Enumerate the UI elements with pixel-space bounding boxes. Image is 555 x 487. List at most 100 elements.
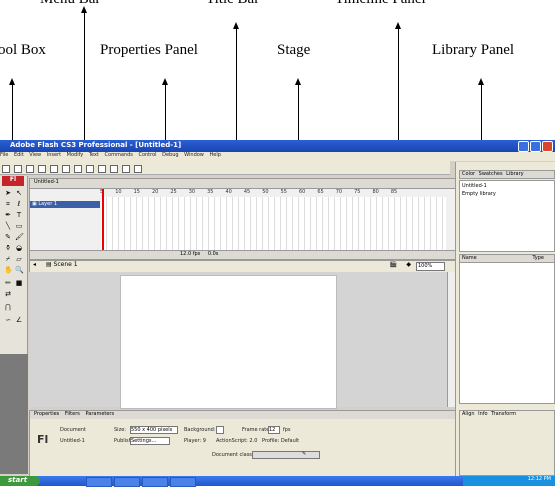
stage-scrollbar[interactable] (447, 272, 455, 407)
library-list[interactable] (459, 262, 555, 404)
profile-label: Profile: Default (262, 438, 300, 444)
pencil-tool-icon[interactable]: ✎ (4, 233, 12, 241)
tab-transform[interactable]: Transform (491, 411, 516, 417)
maximize-button[interactable] (530, 141, 541, 152)
scene-name[interactable]: Scene 1 (54, 261, 78, 268)
save-icon[interactable] (26, 165, 34, 173)
eyedropper-icon[interactable]: ⌿ (4, 255, 12, 263)
docclass-label: Document class: (212, 452, 254, 458)
menu-insert[interactable]: Insert (47, 152, 61, 158)
menu-text[interactable]: Text (89, 152, 99, 158)
redo-icon[interactable] (98, 165, 106, 173)
timeline-tab-bar: Untitled-1 (30, 179, 455, 189)
menu-edit[interactable]: Edit (14, 152, 24, 158)
lasso-tool-icon[interactable]: ℓ (15, 200, 23, 208)
smooth-option-icon[interactable]: ∽ (4, 316, 12, 324)
undo-icon[interactable] (86, 165, 94, 173)
frame-number: 35 (207, 189, 214, 195)
frame-number: 80 (372, 189, 379, 195)
close-button[interactable] (542, 141, 553, 152)
library-document-select[interactable]: Untitled-1 (462, 183, 552, 189)
subselect-tool-icon[interactable]: ↖ (15, 189, 23, 197)
callout-properties-panel: Properties Panel (100, 42, 198, 58)
column-type[interactable]: Type (533, 255, 544, 261)
start-button[interactable]: start (0, 476, 40, 486)
menu-help[interactable]: Help (209, 152, 220, 158)
size-label: Size: (114, 427, 126, 433)
playhead[interactable] (102, 189, 104, 251)
docclass-input[interactable] (252, 451, 320, 459)
hand-tool-icon[interactable]: ✋ (4, 266, 13, 274)
frame-number: 20 (151, 189, 159, 195)
properties-panel: Properties Filters Parameters Fl Documen… (29, 410, 456, 478)
framerate-input[interactable]: 12 (268, 426, 280, 434)
callout-menu-bar: Menu Bar (40, 0, 100, 8)
tab-parameters[interactable]: Parameters (85, 411, 114, 417)
tab-align[interactable]: Align (462, 411, 475, 417)
stroke-color-icon[interactable]: ✏ (4, 279, 12, 287)
flash-logo: Fl (2, 176, 24, 186)
snap-icon[interactable] (110, 165, 118, 173)
brush-tool-icon[interactable]: 🖌 (15, 233, 24, 241)
document-tab[interactable]: Untitled-1 (34, 179, 59, 185)
zoom-select[interactable]: 100% (416, 262, 445, 271)
stage[interactable] (120, 275, 337, 409)
free-transform-tool-icon[interactable]: ⌗ (4, 200, 12, 208)
cut-icon[interactable] (50, 165, 58, 173)
background-color-swatch[interactable] (216, 426, 224, 434)
size-button[interactable]: 550 x 400 pixels (130, 426, 178, 434)
tab-library[interactable]: Library (506, 171, 523, 177)
minimize-button[interactable] (518, 141, 529, 152)
paint-bucket-icon[interactable]: ◒ (15, 244, 23, 252)
menu-modify[interactable]: Modify (67, 152, 84, 158)
scene-icon: ▤ (45, 261, 52, 268)
straighten-icon[interactable] (134, 165, 142, 173)
edit-symbol-icon[interactable]: ◆ (406, 261, 411, 268)
snap-magnet-icon[interactable]: ⋂ (4, 303, 12, 311)
frame-grid[interactable] (101, 197, 446, 251)
straighten-option-icon[interactable]: ∠ (15, 316, 23, 324)
tab-properties[interactable]: Properties (34, 411, 59, 417)
text-tool-icon[interactable]: T (15, 211, 23, 219)
print-icon[interactable] (38, 165, 46, 173)
menu-view[interactable]: View (29, 152, 41, 158)
swap-colors-icon[interactable]: ⇄ (4, 290, 12, 298)
desktop-background (0, 354, 28, 474)
settings-button[interactable]: Settings... (130, 437, 170, 445)
pen-tool-icon[interactable]: ✒ (4, 211, 12, 219)
fill-color-icon[interactable]: ■ (15, 279, 23, 287)
menu-commands[interactable]: Commands (105, 152, 133, 158)
tab-filters[interactable]: Filters (65, 411, 80, 417)
ink-bottle-icon[interactable]: ⚱ (4, 244, 12, 252)
frame-number: 65 (317, 189, 324, 195)
edit-class-pencil-icon[interactable]: ✎ (302, 451, 306, 457)
menu-file[interactable]: File (0, 152, 8, 158)
zoom-tool-icon[interactable]: 🔍 (15, 266, 24, 274)
tab-swatches[interactable]: Swatches (479, 171, 503, 177)
eraser-icon[interactable]: ▱ (15, 255, 23, 263)
library-empty-text: Empty library (462, 191, 496, 197)
tab-color[interactable]: Color (462, 171, 475, 177)
frame-number: 70 (335, 189, 343, 195)
right-panel-tabs: Color Swatches Library (459, 170, 555, 179)
document-label: Document (60, 427, 86, 433)
line-tool-icon[interactable]: ╲ (4, 222, 12, 230)
selection-tool-icon[interactable]: ➤ (4, 189, 12, 197)
edit-scene-icon[interactable]: 🎬 (390, 261, 397, 268)
layer-row[interactable]: ▣ Layer 1 (30, 201, 100, 208)
menu-window[interactable]: Window (184, 152, 204, 158)
new-file-icon[interactable] (2, 165, 10, 173)
column-name[interactable]: Name (462, 255, 477, 261)
back-arrow-icon[interactable]: ◂ (33, 261, 36, 268)
timeline-arrowhead (395, 22, 401, 29)
open-icon[interactable] (14, 165, 22, 173)
toolbox-arrowhead (9, 78, 15, 85)
tab-info[interactable]: Info (478, 411, 487, 417)
smooth-icon[interactable] (122, 165, 130, 173)
rectangle-tool-icon[interactable]: ▭ (15, 222, 23, 230)
tool-box: Fl ➤ ↖ ⌗ ℓ ✒ T ╲ ▭ ✎ 🖌 ⚱ ◒ ⌿ ▱ ✋ 🔍 ✏ ■ ⇄… (0, 176, 28, 354)
copy-icon[interactable] (62, 165, 70, 173)
menu-debug[interactable]: Debug (162, 152, 178, 158)
menu-control[interactable]: Control (138, 152, 156, 158)
paste-icon[interactable] (74, 165, 82, 173)
